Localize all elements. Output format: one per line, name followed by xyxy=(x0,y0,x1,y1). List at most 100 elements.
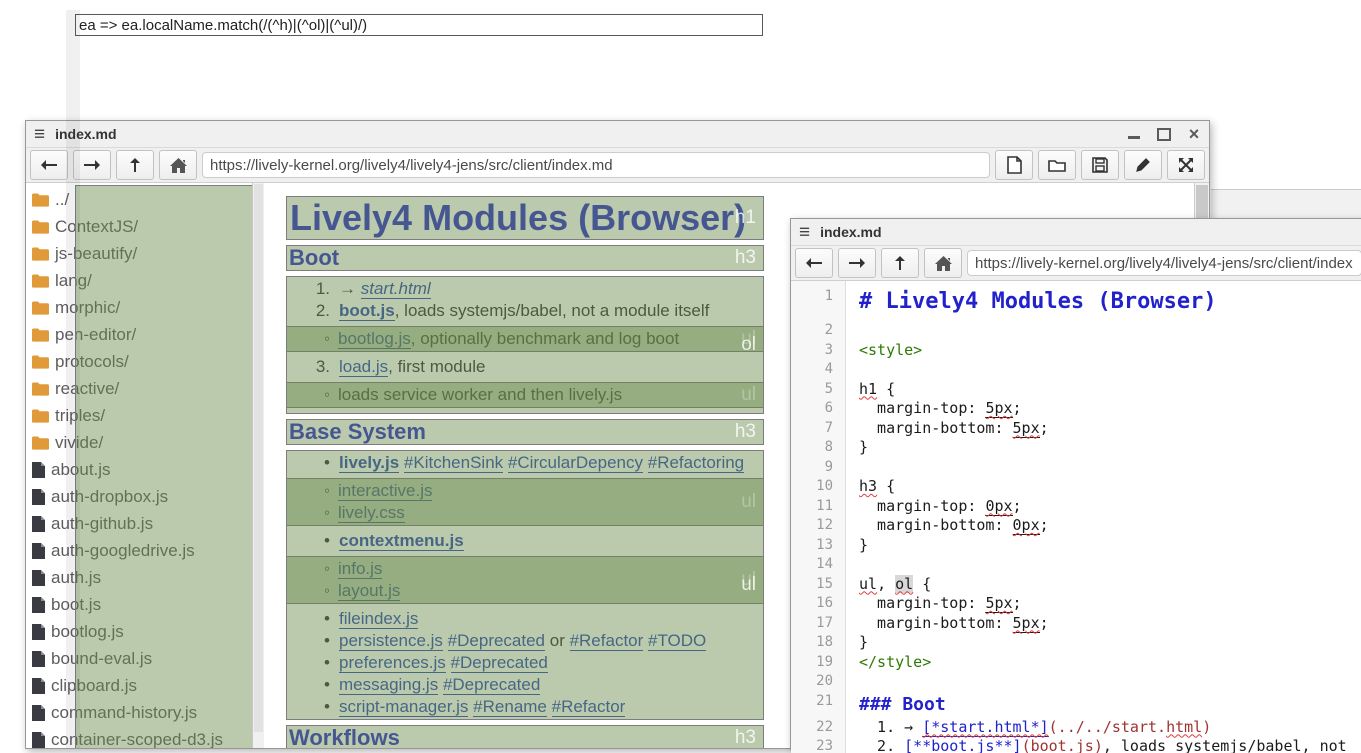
editor-line[interactable]: 12 margin-bottom: 0px; xyxy=(791,516,1361,536)
sidebar-item-file[interactable]: auth.js xyxy=(32,564,252,591)
folder-icon xyxy=(32,247,49,261)
line-number: 18 xyxy=(791,633,845,653)
sidebar-item-file[interactable]: auth-dropbox.js xyxy=(32,483,252,510)
editor-line[interactable]: 14 xyxy=(791,555,1361,575)
sidebar-item-folder[interactable]: ContextJS/ xyxy=(32,213,252,240)
url-input[interactable] xyxy=(202,152,990,178)
editor-line[interactable]: 1# Lively4 Modules (Browser) xyxy=(791,287,1361,321)
markdown-link[interactable]: #KitchenSink xyxy=(404,453,503,473)
markdown-block-h1: Lively4 Modules (Browser)h1 xyxy=(286,196,764,240)
hamburger-menu-icon[interactable]: ≡ xyxy=(34,125,45,144)
sidebar-item-file[interactable]: auth-googledrive.js xyxy=(32,537,252,564)
save-button[interactable] xyxy=(1081,150,1119,180)
markdown-link[interactable]: lively.js xyxy=(339,453,399,473)
markdown-link[interactable]: info.js xyxy=(338,559,382,579)
forward-button[interactable] xyxy=(838,248,876,278)
sidebar-item-folder[interactable]: protocols/ xyxy=(32,348,252,375)
markdown-link[interactable]: layout.js xyxy=(338,581,400,601)
markdown-link[interactable]: #Rename xyxy=(473,697,547,717)
minimize-button[interactable] xyxy=(1127,127,1141,141)
sidebar-item-folder[interactable]: morphic/ xyxy=(32,294,252,321)
markdown-link[interactable]: #TODO xyxy=(648,631,706,651)
close-button[interactable]: × xyxy=(1187,127,1201,141)
editor-line[interactable]: 10h3 { xyxy=(791,477,1361,497)
markdown-link[interactable]: messaging.js xyxy=(339,675,438,695)
editor-line[interactable]: 4 xyxy=(791,360,1361,380)
open-folder-button[interactable] xyxy=(1038,150,1076,180)
markdown-link[interactable]: load.js xyxy=(339,357,388,377)
editor-line[interactable]: 2 xyxy=(791,321,1361,341)
editor-line[interactable]: 15ul, ol { xyxy=(791,575,1361,595)
up-button[interactable] xyxy=(881,248,919,278)
markdown-link[interactable]: #Refactor xyxy=(570,631,644,651)
sidebar-item-file[interactable]: command-history.js xyxy=(32,699,252,726)
markdown-link[interactable]: persistence.js xyxy=(339,631,443,651)
markdown-link[interactable]: #Deprecated xyxy=(443,675,540,695)
sidebar-item-file[interactable]: auth-github.js xyxy=(32,510,252,537)
new-file-button[interactable] xyxy=(995,150,1033,180)
fullscreen-button[interactable] xyxy=(1167,150,1205,180)
editor-line[interactable]: 23 2. [**boot.js**](boot.js), loads syst… xyxy=(791,737,1361,753)
markdown-link[interactable]: boot.js xyxy=(339,301,395,321)
sidebar-item-folder[interactable]: vivide/ xyxy=(32,429,252,456)
sidebar-item-folder[interactable]: js-beautify/ xyxy=(32,240,252,267)
sidebar-item-file[interactable]: boot.js xyxy=(32,591,252,618)
markdown-source-editor[interactable]: 1# Lively4 Modules (Browser)23<style>45h… xyxy=(791,281,1361,753)
hamburger-menu-icon[interactable]: ≡ xyxy=(799,223,810,242)
editor-line[interactable]: 21### Boot xyxy=(791,692,1361,718)
home-button[interactable] xyxy=(924,248,962,278)
markdown-link[interactable]: start.html xyxy=(361,279,431,299)
filter-script-input[interactable] xyxy=(75,14,763,36)
sidebar-item-file[interactable]: clipboard.js xyxy=(32,672,252,699)
markdown-link[interactable]: lively.css xyxy=(338,503,405,523)
editor-line[interactable]: 16 margin-top: 5px; xyxy=(791,594,1361,614)
editor-line[interactable]: 6 margin-top: 5px; xyxy=(791,399,1361,419)
home-button[interactable] xyxy=(159,150,197,180)
line-number: 16 xyxy=(791,594,845,614)
back-button[interactable] xyxy=(30,150,68,180)
markdown-link[interactable]: contextmenu.js xyxy=(339,531,464,551)
editor-line[interactable]: 17 margin-bottom: 5px; xyxy=(791,614,1361,634)
window-titlebar[interactable]: ≡ index.md xyxy=(791,219,1361,246)
sidebar-scrollbar[interactable] xyxy=(252,183,264,748)
forward-button[interactable] xyxy=(73,150,111,180)
markdown-link[interactable]: bootlog.js xyxy=(338,329,411,349)
maximize-button[interactable] xyxy=(1157,127,1171,141)
editor-line[interactable]: 9 xyxy=(791,458,1361,478)
edit-button[interactable] xyxy=(1124,150,1162,180)
editor-line[interactable]: 19</style> xyxy=(791,653,1361,673)
markdown-link[interactable]: script-manager.js xyxy=(339,697,468,717)
markdown-link[interactable]: #Deprecated xyxy=(448,631,545,651)
sidebar-item-folder[interactable]: triples/ xyxy=(32,402,252,429)
markdown-link[interactable]: #Refactor xyxy=(552,697,626,717)
sidebar-item-folder[interactable]: lang/ xyxy=(32,267,252,294)
editor-line[interactable]: 8} xyxy=(791,438,1361,458)
code-text: margin-top: 0px; xyxy=(845,497,1022,517)
window-titlebar[interactable]: ≡ index.md × xyxy=(26,121,1209,148)
markdown-link[interactable]: interactive.js xyxy=(338,481,432,501)
up-button[interactable] xyxy=(116,150,154,180)
editor-line[interactable]: 18} xyxy=(791,633,1361,653)
code-token: margin-bottom: xyxy=(859,516,1013,534)
markdown-link[interactable]: preferences.js xyxy=(339,653,446,673)
markdown-link[interactable]: #CircularDepency xyxy=(508,453,643,473)
sidebar-item-folder[interactable]: reactive/ xyxy=(32,375,252,402)
editor-line[interactable]: 3<style> xyxy=(791,341,1361,361)
markdown-link[interactable]: #Refactoring xyxy=(648,453,744,473)
sidebar-item-file[interactable]: bound-eval.js xyxy=(32,645,252,672)
sidebar-item-file[interactable]: container-scoped-d3.js xyxy=(32,726,252,748)
back-button[interactable] xyxy=(795,248,833,278)
sidebar-item-file[interactable]: about.js xyxy=(32,456,252,483)
url-input[interactable] xyxy=(967,250,1361,276)
sidebar-item-file[interactable]: bootlog.js xyxy=(32,618,252,645)
editor-line[interactable]: 22 1. → [*start.html*](../../start.html) xyxy=(791,718,1361,738)
sidebar-item-folder[interactable]: ../ xyxy=(32,186,252,213)
editor-line[interactable]: 5h1 { xyxy=(791,380,1361,400)
markdown-link[interactable]: #Deprecated xyxy=(451,653,548,673)
editor-line[interactable]: 20 xyxy=(791,672,1361,692)
markdown-link[interactable]: fileindex.js xyxy=(339,609,418,629)
editor-line[interactable]: 7 margin-bottom: 5px; xyxy=(791,419,1361,439)
sidebar-item-folder[interactable]: pen-editor/ xyxy=(32,321,252,348)
editor-line[interactable]: 13} xyxy=(791,536,1361,556)
editor-line[interactable]: 11 margin-top: 0px; xyxy=(791,497,1361,517)
